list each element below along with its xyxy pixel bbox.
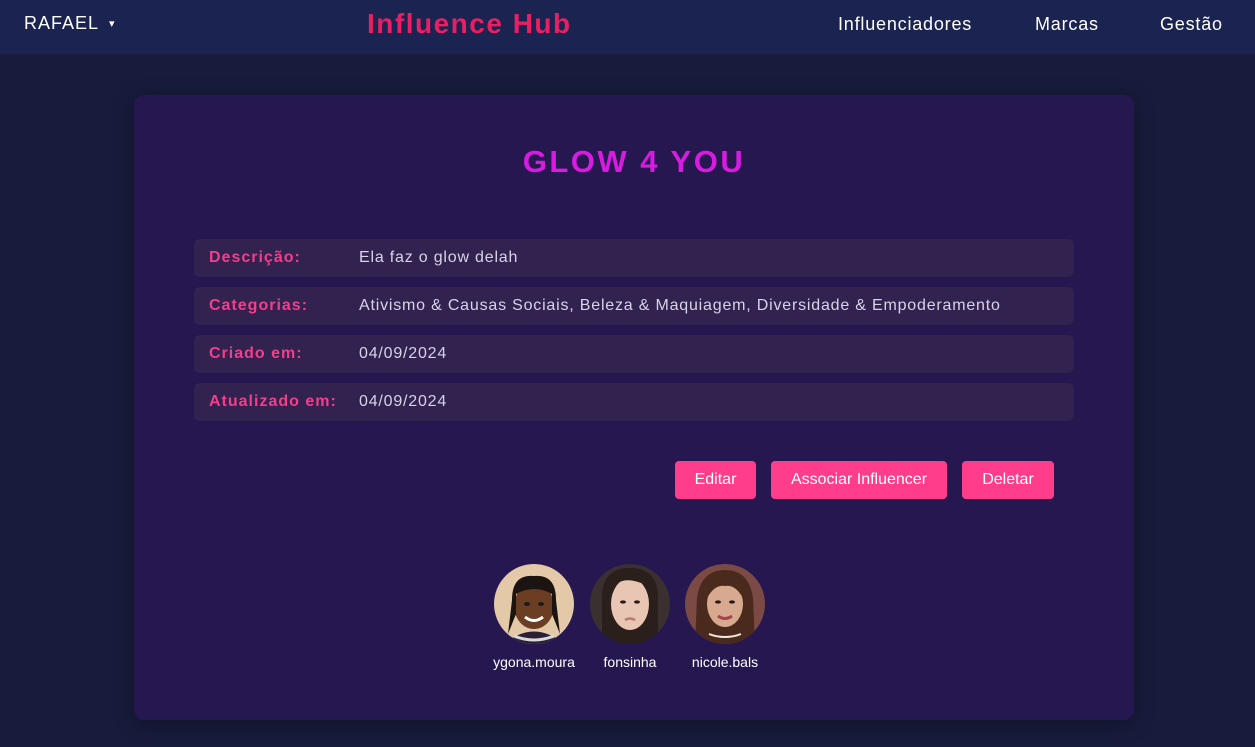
info-label: Categorias: <box>209 297 309 314</box>
nav-link-marcas[interactable]: Marcas <box>1035 14 1099 35</box>
delete-button[interactable]: Deletar <box>962 461 1054 499</box>
app-logo-text[interactable]: Influence Hub <box>367 8 572 40</box>
nav-link-gestao[interactable]: Gestão <box>1160 14 1223 35</box>
influencer-name: nicole.bals <box>691 654 759 670</box>
influencer-name: fonsinha <box>603 654 657 670</box>
brand-title: GLOW 4 YOU <box>522 144 746 179</box>
user-name: RAFAEL <box>24 13 100 33</box>
edit-button[interactable]: Editar <box>675 461 756 499</box>
info-row-criado: Criado em: 04/09/2024 <box>194 335 1074 373</box>
info-value: 04/09/2024 <box>359 345 448 362</box>
info-value: Ativismo & Causas Sociais, Beleza & Maqu… <box>359 297 1001 314</box>
top-navbar: RAFAEL ▾ Influence Hub Influenciadores Ma… <box>0 0 1255 54</box>
caret-down-icon: ▾ <box>109 18 116 30</box>
avatar <box>590 564 670 644</box>
influencer-card[interactable]: fonsinha <box>580 564 680 670</box>
user-menu-dropdown[interactable]: RAFAEL ▾ <box>24 13 116 34</box>
info-row-categorias: Categorias: Ativismo & Causas Sociais, B… <box>194 287 1074 325</box>
info-label: Descrição: <box>209 249 301 266</box>
associate-influencer-button[interactable]: Associar Influencer <box>771 461 947 499</box>
avatar <box>494 564 574 644</box>
influencer-card[interactable]: nicole.bals <box>675 564 775 670</box>
info-label: Atualizado em: <box>209 393 337 410</box>
info-row-descricao: Descrição: Ela faz o glow delah <box>194 239 1074 277</box>
brand-detail-card: GLOW 4 YOU Descrição: Ela faz o glow del… <box>134 95 1134 720</box>
info-value: 04/09/2024 <box>359 393 448 410</box>
info-value: Ela faz o glow delah <box>359 249 519 266</box>
info-label: Criado em: <box>209 345 303 362</box>
avatar <box>685 564 765 644</box>
nav-link-influenciadores[interactable]: Influenciadores <box>838 14 972 35</box>
info-row-atualizado: Atualizado em: 04/09/2024 <box>194 383 1074 421</box>
influencer-card[interactable]: ygona.moura <box>484 564 584 670</box>
influencer-name: ygona.moura <box>493 654 575 670</box>
